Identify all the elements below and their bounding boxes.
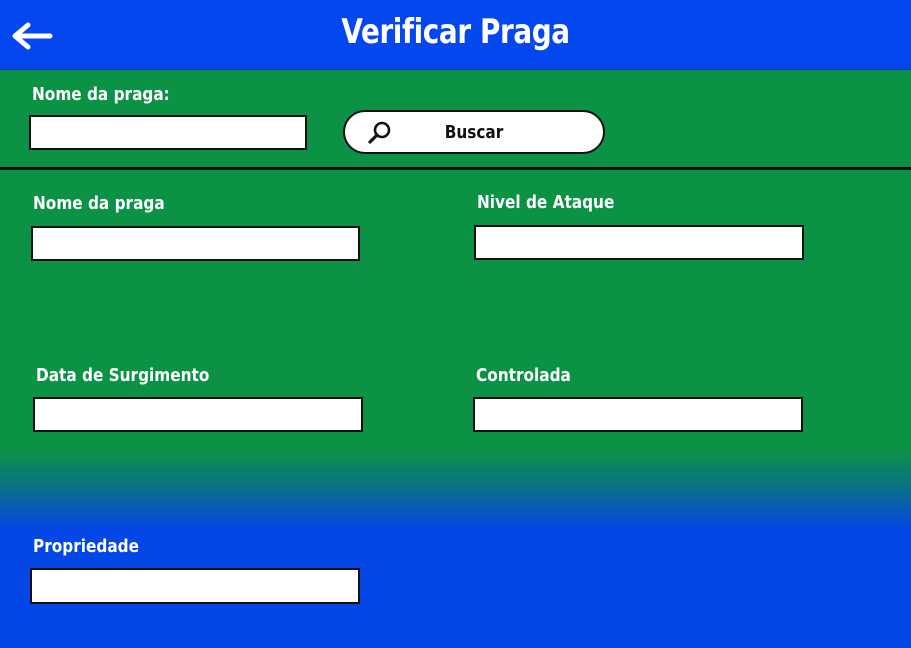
search-label: Nome da praga: [32, 84, 170, 105]
nome-label: Nome da praga [33, 193, 165, 214]
controlada-label: Controlada [476, 365, 571, 386]
nivel-field[interactable] [474, 225, 804, 260]
search-input[interactable] [29, 115, 307, 150]
header-bar: Verificar Praga [0, 0, 911, 70]
page-title: Verificar Praga [341, 12, 570, 52]
search-button-label: Buscar [444, 122, 504, 143]
data-field[interactable] [33, 397, 363, 432]
search-button[interactable]: Buscar [343, 110, 605, 154]
data-label: Data de Surgimento [36, 365, 210, 386]
back-button[interactable] [10, 20, 54, 52]
propriedade-label: Propriedade [33, 536, 139, 557]
controlada-field[interactable] [473, 397, 803, 432]
nivel-label: Nivel de Ataque [477, 192, 615, 213]
nome-field[interactable] [31, 226, 360, 261]
divider [0, 167, 911, 170]
arrow-left-icon [12, 22, 53, 50]
propriedade-field[interactable] [30, 568, 360, 604]
